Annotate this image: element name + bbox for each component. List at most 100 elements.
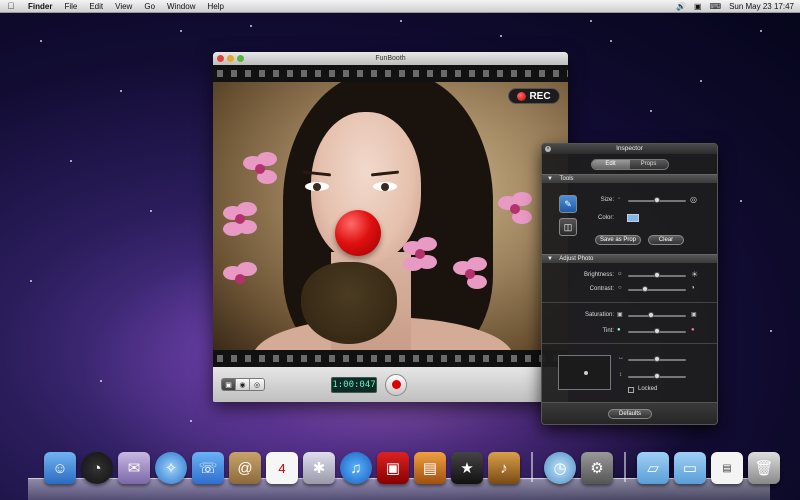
- documents-folder-icon[interactable]: ▭: [674, 452, 706, 484]
- photo-booth-icon[interactable]: ▣: [377, 452, 409, 484]
- defaults-button[interactable]: Defaults: [608, 409, 652, 419]
- record-timer: 1:00:047: [331, 376, 377, 393]
- ichat-icon[interactable]: ☏: [192, 452, 224, 484]
- time-machine-icon[interactable]: ◷: [544, 452, 576, 484]
- beard-prop[interactable]: [301, 262, 397, 344]
- camera-preview[interactable]: REC: [213, 82, 568, 350]
- position-handle[interactable]: [584, 371, 588, 375]
- brightness-label: Brightness:: [583, 272, 614, 278]
- apple-menu-icon[interactable]: : [0, 1, 22, 11]
- saturation-label: Saturation:: [584, 312, 614, 318]
- color-label: Color:: [597, 215, 614, 221]
- clown-nose-prop[interactable]: [335, 210, 381, 256]
- tint-magenta-icon: ●: [691, 327, 695, 333]
- size-slider[interactable]: [628, 197, 686, 203]
- photo-eye-left: [305, 182, 329, 191]
- ical-icon[interactable]: 4: [266, 452, 298, 484]
- tint-label: Tint:: [602, 328, 614, 334]
- brightness-low-icon: ☼: [617, 271, 623, 277]
- iphoto-icon[interactable]: ▤: [414, 452, 446, 484]
- tint-green-icon: ●: [617, 327, 621, 333]
- tab-props[interactable]: Props: [629, 159, 668, 169]
- clear-button[interactable]: Clear: [648, 235, 684, 245]
- position-pad[interactable]: [558, 355, 611, 390]
- close-icon[interactable]: ×: [545, 146, 551, 152]
- window-title: FunBooth: [375, 55, 406, 62]
- eraser-icon: ◫: [563, 221, 573, 232]
- inspector-titlebar[interactable]: × Inspector: [542, 144, 717, 154]
- camera-mode-icon[interactable]: ◉: [236, 379, 250, 390]
- filmstrip-bottom: [213, 350, 568, 367]
- safari-icon[interactable]: ✧: [155, 452, 187, 484]
- close-button[interactable]: [217, 55, 224, 62]
- volume-icon[interactable]: 🔊: [676, 2, 686, 11]
- adjust-photo-section: Brightness: ☼ ☀ Contrast: ○ ◑ Saturation…: [542, 263, 717, 398]
- tint-slider[interactable]: [628, 328, 686, 334]
- funbooth-titlebar[interactable]: FunBooth: [213, 52, 568, 65]
- orchid-flower: [498, 192, 532, 226]
- keyboard-icon[interactable]: ⌨: [710, 2, 722, 11]
- applications-folder-icon[interactable]: ▱: [637, 452, 669, 484]
- small-size-icon: ◦: [618, 196, 621, 202]
- trash-icon[interactable]: 🗑: [748, 452, 780, 484]
- color-well[interactable]: [627, 214, 639, 222]
- dashboard-icon[interactable]: ◔: [81, 452, 113, 484]
- rec-label: REC: [529, 90, 551, 102]
- mode-selector: ▣ ◉ ◎: [221, 378, 265, 391]
- imovie-icon[interactable]: ★: [451, 452, 483, 484]
- record-button[interactable]: [385, 373, 407, 396]
- pdf-document-icon[interactable]: ▤: [711, 452, 743, 484]
- saturation-low-icon: ▣: [617, 312, 623, 318]
- adjust-photo-section-header[interactable]: ▼ Adjust Photo: [542, 254, 717, 263]
- orchid-flower: [223, 262, 257, 296]
- menu-clock[interactable]: Sun May 23 17:47: [729, 2, 794, 11]
- orchid-flower: [223, 202, 257, 236]
- brightness-slider[interactable]: [628, 272, 686, 278]
- display-icon[interactable]: ▣: [694, 2, 702, 11]
- menu-file[interactable]: File: [58, 2, 83, 11]
- horizontal-offset-slider[interactable]: [628, 356, 686, 362]
- funbooth-window: FunBooth REC ▣ ◉ ◎ 1:00:047: [213, 52, 568, 402]
- menu-window[interactable]: Window: [161, 2, 201, 11]
- orchid-flower: [243, 152, 277, 186]
- rec-indicator: REC: [508, 88, 560, 104]
- rec-dot-icon: [517, 91, 527, 101]
- menu-view[interactable]: View: [109, 2, 138, 11]
- zoom-button[interactable]: [237, 55, 244, 62]
- locked-checkbox[interactable]: [628, 387, 634, 393]
- saturation-slider[interactable]: [628, 312, 686, 318]
- contrast-slider[interactable]: [628, 286, 686, 292]
- menu-help[interactable]: Help: [201, 2, 229, 11]
- menu-edit[interactable]: Edit: [83, 2, 109, 11]
- vertical-offset-slider[interactable]: [628, 373, 686, 379]
- tab-edit[interactable]: Edit: [591, 159, 630, 169]
- contrast-low-icon: ○: [618, 285, 622, 291]
- eye-mode-icon[interactable]: ◎: [250, 379, 264, 390]
- inspector-footer: Defaults: [542, 402, 717, 424]
- minimize-button[interactable]: [227, 55, 234, 62]
- itunes-icon[interactable]: ♫: [340, 452, 372, 484]
- address-book-icon[interactable]: @: [229, 452, 261, 484]
- orchid-flower: [453, 257, 487, 291]
- disclosure-triangle-icon: ▼: [547, 256, 553, 262]
- mail-icon[interactable]: ✉: [118, 452, 150, 484]
- funbooth-toolbar: ▣ ◉ ◎ 1:00:047: [213, 367, 568, 402]
- size-label: Size:: [600, 197, 614, 203]
- menu-go[interactable]: Go: [138, 2, 161, 11]
- finder-icon[interactable]: ☺: [44, 452, 76, 484]
- save-as-prop-button[interactable]: Save as Prop: [595, 235, 641, 245]
- window-controls: [217, 55, 244, 62]
- menu-finder[interactable]: Finder: [22, 2, 58, 11]
- brightness-high-icon: ☀: [691, 270, 699, 279]
- garageband-icon[interactable]: ♪: [488, 452, 520, 484]
- filmstrip-top: [213, 65, 568, 82]
- menu-bar:  Finder File Edit View Go Window Help 🔊…: [0, 0, 800, 13]
- orchid-flower: [403, 237, 437, 271]
- video-mode-icon[interactable]: ▣: [222, 379, 236, 390]
- tools-section-header[interactable]: ▼ Tools: [542, 174, 717, 183]
- tools-section: ✎ ◫ Size: ◦ ◎ Color: Save as Prop Clear: [542, 183, 717, 254]
- preview-icon[interactable]: ✱: [303, 452, 335, 484]
- system-preferences-icon[interactable]: ⚙: [581, 452, 613, 484]
- large-size-icon: ◎: [690, 195, 697, 204]
- horizontal-arrows-icon: ↔: [618, 355, 624, 361]
